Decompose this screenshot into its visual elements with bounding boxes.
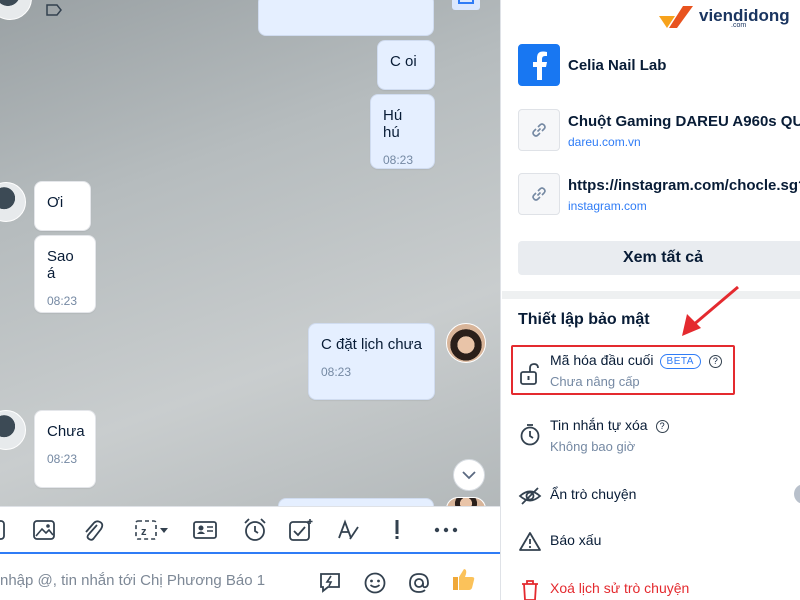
facebook-icon (518, 44, 560, 86)
message-bubble: Hú hú 08:23 (370, 94, 435, 169)
message-input[interactable]: nhập @, tin nhắn tới Chị Phương Báo 1 (0, 572, 265, 589)
view-all-links-button[interactable]: Xem tất cả (518, 241, 800, 275)
message-bubble: Chưa 08:23 (34, 410, 96, 488)
message-time: 08:23 (383, 153, 414, 167)
image-icon[interactable] (32, 517, 56, 543)
watermark-sub: .com (731, 22, 747, 29)
hide-conversation-row[interactable]: Ẩn trò chuyện (518, 484, 800, 528)
more-icon[interactable] (433, 517, 459, 543)
self-destruct-value: Không bao giờ (550, 439, 636, 454)
message-text: Chưa (47, 423, 85, 440)
mention-icon[interactable] (406, 570, 432, 596)
conversation-info-panel: Celia Nail Lab Chuột Gaming DAREU A960s … (502, 0, 800, 600)
help-icon[interactable]: ? (655, 419, 669, 433)
delete-history-row[interactable]: Xoá lịch sử trò chuyện (518, 578, 800, 600)
tag-icon[interactable] (46, 4, 62, 16)
message-bubble: Ơi (34, 181, 91, 231)
link-icon (518, 173, 560, 215)
section-divider (502, 291, 800, 299)
shared-link-item[interactable]: Chuột Gaming DAREU A960s QUEEN dareu.com… (518, 109, 800, 153)
brand-logo-icon (659, 6, 693, 28)
conversation-info-icon[interactable] (452, 0, 480, 10)
hide-conversation-label: Ẩn trò chuyện (550, 486, 637, 502)
emoji-icon[interactable] (362, 570, 388, 596)
self-avatar[interactable] (446, 323, 486, 363)
message-text: Sao á (47, 248, 74, 282)
link-title: https://instagram.com/chocle.sg?ig (568, 177, 800, 194)
watermark-logo: viendidong .com (655, 2, 800, 30)
chevron-down-icon (160, 528, 168, 533)
message-time: 08:23 (47, 452, 78, 466)
chat-pane: C oi Hú hú 08:23 Ơi Sao á 08:23 C đặt lị… (0, 0, 501, 600)
message-text: Ơi (47, 194, 64, 211)
self-destruct-text: Tin nhắn tự xóa (550, 417, 648, 433)
message-text: C oi (390, 53, 417, 70)
trash-icon (522, 580, 538, 600)
scroll-to-bottom-button[interactable] (453, 459, 485, 491)
chevron-down-icon (462, 471, 476, 480)
link-title: Chuột Gaming DAREU A960s QUEEN (568, 113, 800, 130)
warning-icon (519, 532, 541, 551)
self-destruct-messages-row[interactable]: Tin nhắn tự xóa? Không bao giờ (518, 417, 800, 461)
crop-icon: z (135, 520, 157, 540)
task-icon[interactable] (288, 517, 314, 543)
link-domain[interactable]: dareu.com.vn (568, 135, 641, 149)
delete-history-label: Xoá lịch sử trò chuyện (550, 580, 690, 596)
composer-toolbar: z (0, 506, 500, 554)
reminder-icon[interactable] (242, 517, 268, 543)
screenshot-icon[interactable]: z (130, 517, 174, 543)
message-text: C đặt lịch chưa (321, 336, 422, 353)
shared-link-item[interactable]: https://instagram.com/chocle.sg?ig insta… (518, 173, 800, 217)
report-row[interactable]: Báo xấu (518, 530, 800, 574)
header-avatar[interactable] (0, 0, 32, 20)
urgent-icon[interactable] (392, 517, 402, 543)
thumbs-up-icon[interactable] (450, 566, 476, 592)
message-time: 08:23 (321, 365, 352, 379)
report-label: Báo xấu (550, 532, 602, 548)
message-text: Hú hú (383, 107, 403, 141)
svg-text:z: z (141, 526, 147, 538)
link-title: Celia Nail Lab (568, 57, 667, 74)
self-destruct-label: Tin nhắn tự xóa? (550, 417, 669, 433)
message-bubble: Sao á 08:23 (34, 235, 96, 313)
contact-card-icon[interactable] (192, 517, 218, 543)
timer-icon (520, 424, 540, 446)
message-composer: nhập @, tin nhắn tới Chị Phương Báo 1 (0, 554, 500, 600)
quick-message-icon[interactable] (318, 570, 344, 596)
security-settings-heading: Thiết lập bảo mật (518, 311, 650, 328)
message-bubble: C đặt lịch chưa 08:23 (308, 323, 435, 400)
chat-header-remnant (0, 0, 500, 36)
message-bubble: C oi (377, 40, 435, 90)
attachment-icon[interactable] (80, 517, 104, 543)
link-domain[interactable]: instagram.com (568, 199, 647, 213)
eye-off-icon (518, 487, 542, 505)
shared-link-item[interactable]: Celia Nail Lab (518, 44, 800, 88)
annotation-highlight-box (511, 345, 735, 395)
message-time: 08:23 (47, 294, 78, 308)
message-bubble-partial (258, 0, 434, 36)
format-icon[interactable] (336, 517, 362, 543)
sticker-icon[interactable] (0, 517, 6, 543)
link-icon (518, 109, 560, 151)
hide-conversation-toggle[interactable] (794, 484, 800, 504)
